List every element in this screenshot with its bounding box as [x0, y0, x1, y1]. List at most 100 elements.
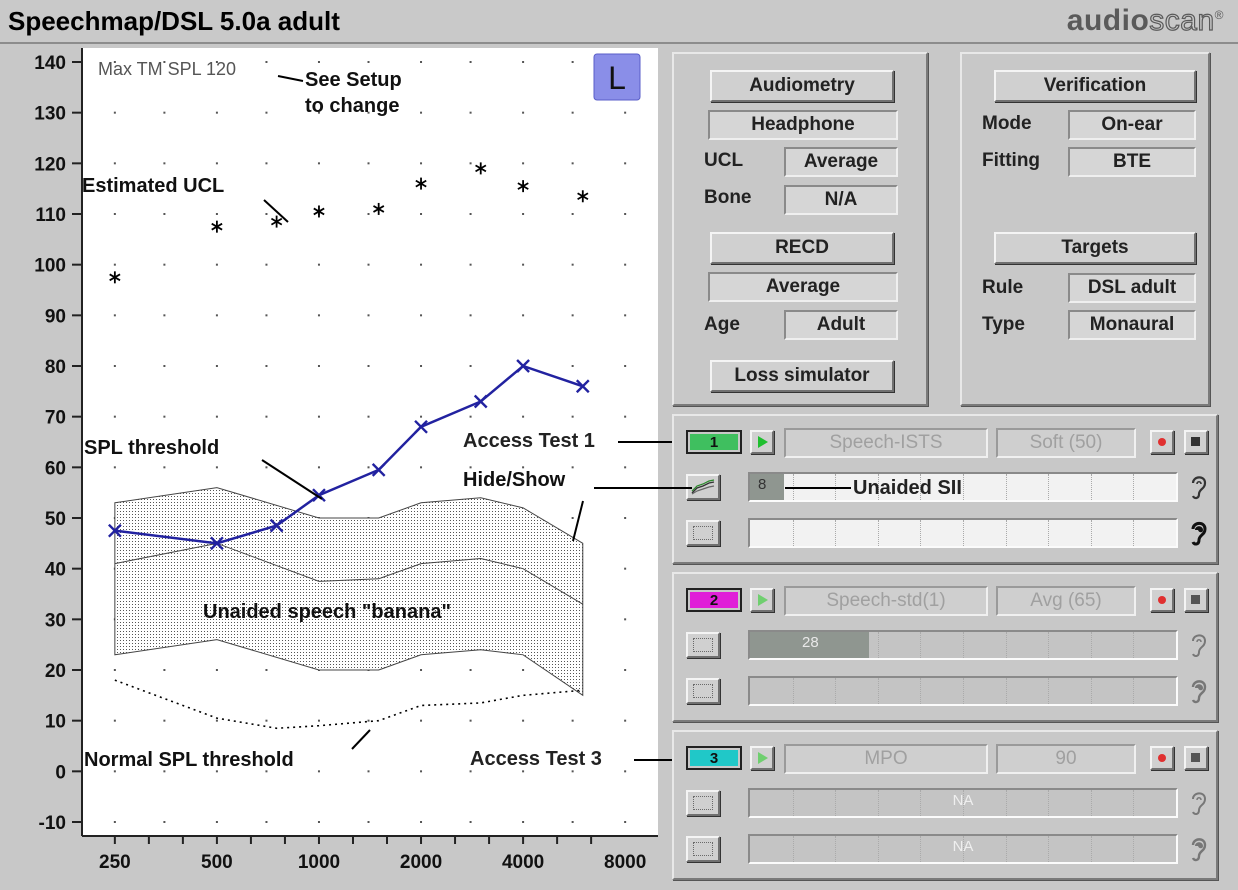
bar-segment: [1006, 520, 1007, 546]
audiometry-panel: Audiometry Headphone UCL Average Bone N/…: [672, 52, 928, 406]
ear-outline-icon[interactable]: [1186, 788, 1210, 823]
recd-field[interactable]: Average: [708, 272, 898, 302]
grid-dot: [317, 770, 320, 773]
test-3-row2-hide-show-button[interactable]: [686, 836, 720, 862]
grid-dot: [571, 415, 574, 418]
grid-dot: [420, 415, 423, 418]
ear-outline-icon[interactable]: [1186, 472, 1210, 507]
grid-dot: [469, 61, 472, 63]
x-tick-label: 1000: [298, 852, 340, 873]
test-2-level-field[interactable]: Avg (65): [996, 586, 1136, 616]
unaided-banana-label: Unaided speech "banana": [203, 601, 451, 623]
grid-dot: [571, 213, 574, 215]
bar-segment: [793, 678, 794, 704]
test-3-hide-show-button[interactable]: [686, 790, 720, 816]
test-2-hide-show-button[interactable]: [686, 632, 720, 658]
ear-outline-icon[interactable]: [1186, 630, 1210, 665]
test-3-number-button[interactable]: 3: [686, 746, 742, 770]
bar-segment: [963, 474, 964, 500]
bar-segment: [920, 790, 921, 816]
rule-field[interactable]: DSL adult: [1068, 273, 1196, 303]
grid-dot: [215, 466, 218, 469]
y-tick-label: 0: [55, 762, 66, 783]
test-2-number-button[interactable]: 2: [686, 588, 742, 612]
test-2-play-button[interactable]: [750, 588, 774, 612]
access-test-3-label: Access Test 3: [470, 748, 602, 770]
y-tick-label: 110: [35, 205, 66, 226]
play-icon: [758, 594, 768, 606]
ucl-field[interactable]: Average: [784, 147, 898, 177]
test-3-play-button[interactable]: [750, 746, 774, 770]
age-field[interactable]: Adult: [784, 310, 898, 340]
fitting-label: Fitting: [982, 150, 1041, 171]
test-1-number-button[interactable]: 1: [686, 430, 742, 454]
audiometry-button[interactable]: Audiometry: [710, 70, 894, 102]
recd-button[interactable]: RECD: [710, 232, 894, 264]
test-3-panel: 3 MPO 90 NA NA: [672, 730, 1218, 880]
grid-dot: [367, 213, 370, 215]
see-setup-label-1: See Setup: [305, 69, 402, 91]
targets-button[interactable]: Targets: [994, 232, 1196, 264]
verification-panel: Verification Mode On-ear Fitting BTE Tar…: [960, 52, 1210, 406]
test-2-sii-bar: 28: [748, 630, 1178, 660]
ear-filled-icon[interactable]: [1186, 518, 1210, 553]
grid-dot: [265, 669, 268, 671]
brand-logo-light: scan: [1149, 3, 1215, 37]
test-1-row2-hide-show-button[interactable]: [686, 520, 720, 546]
grid-dot: [163, 821, 166, 823]
loss-simulator-button[interactable]: Loss simulator: [710, 360, 894, 392]
y-tick-label: 130: [34, 104, 66, 125]
test-3-level-field[interactable]: 90: [996, 744, 1136, 774]
test-2-stimulus-field[interactable]: Speech-std(1): [784, 586, 988, 616]
verification-button[interactable]: Verification: [994, 70, 1196, 102]
grid-dot: [571, 162, 574, 165]
grid-dot: [522, 213, 525, 215]
bar-segment: [793, 520, 794, 546]
bone-field[interactable]: N/A: [784, 185, 898, 215]
dotted-box-icon: [693, 796, 713, 810]
grid-dot: [265, 314, 268, 317]
hide-show-pointer-h: [594, 487, 692, 489]
brand-logo-mark: ®: [1214, 8, 1224, 22]
ear-filled-icon[interactable]: [1186, 676, 1210, 711]
grid-dot: [571, 61, 574, 63]
test-1-level-field[interactable]: Soft (50): [996, 428, 1136, 458]
bar-segment: [963, 520, 964, 546]
test-1-play-button[interactable]: [750, 430, 774, 454]
grid-dot: [522, 162, 525, 165]
type-field[interactable]: Monaural: [1068, 310, 1196, 340]
grid-dot: [265, 263, 268, 266]
bar-segment: [835, 790, 836, 816]
grid-dot: [367, 162, 370, 165]
bar-segment: [1133, 790, 1134, 816]
test-1-record-button[interactable]: [1150, 430, 1174, 454]
grid-dot: [215, 669, 218, 671]
grid-dot: [317, 263, 320, 266]
test-2-panel: 2 Speech-std(1) Avg (65) 28: [672, 572, 1218, 722]
test-2-record-button[interactable]: [1150, 588, 1174, 612]
grid-dot: [367, 314, 370, 317]
y-tick-label: -10: [39, 813, 66, 834]
test-3-stop-button[interactable]: [1184, 746, 1208, 770]
transducer-field[interactable]: Headphone: [708, 110, 898, 140]
y-tick-label: 30: [45, 610, 66, 631]
grid-dot: [522, 314, 525, 317]
test-1-stimulus-field[interactable]: Speech-ISTS: [784, 428, 988, 458]
fitting-field[interactable]: BTE: [1068, 147, 1196, 177]
rule-label: Rule: [982, 277, 1024, 298]
grid-dot: [522, 821, 525, 823]
test-1-stop-button[interactable]: [1184, 430, 1208, 454]
bar-segment: [1048, 836, 1049, 862]
bar-segment: [1006, 474, 1007, 500]
ear-filled-icon[interactable]: [1186, 834, 1210, 869]
grid-dot: [113, 365, 116, 367]
normal-spl-threshold-label: Normal SPL threshold: [84, 749, 294, 771]
test-3-record-button[interactable]: [1150, 746, 1174, 770]
grid-dot: [367, 719, 370, 722]
grid-dot: [624, 466, 627, 469]
test-2-row2-hide-show-button[interactable]: [686, 678, 720, 704]
test-2-stop-button[interactable]: [1184, 588, 1208, 612]
test-3-stimulus-field[interactable]: MPO: [784, 744, 988, 774]
grid-dot: [420, 365, 423, 367]
mode-field[interactable]: On-ear: [1068, 110, 1196, 140]
